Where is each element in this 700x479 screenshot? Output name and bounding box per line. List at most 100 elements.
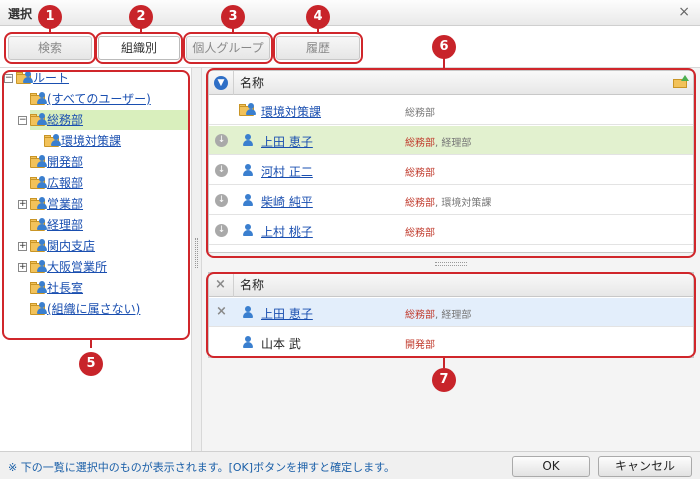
add-all-icon[interactable]: ▼ <box>214 76 228 90</box>
candidate-dept: 総務部 <box>405 164 435 179</box>
expand-toggle-icon[interactable]: + <box>18 263 27 272</box>
tree-item-label[interactable]: 開発部 <box>47 152 83 172</box>
callout-badge: 3 <box>221 5 245 29</box>
tree-item-label[interactable]: 大阪営業所 <box>47 257 107 277</box>
tree-item-sales[interactable]: + 営業部 <box>0 194 190 214</box>
tree-item-label[interactable]: 関内支店 <box>47 236 95 256</box>
tree-item-label[interactable]: 営業部 <box>47 194 83 214</box>
org-folder-icon <box>30 113 47 126</box>
tab-organization[interactable]: 組織別 <box>98 36 180 60</box>
dept-primary: 総務部 <box>405 108 435 119</box>
candidate-name[interactable]: 河村 正二 <box>261 163 313 180</box>
organization-tree-pane: − ルート (すべてのユーザー) − 総務部 環境対策課 開発部 広報部 + 営… <box>0 68 192 451</box>
candidate-name[interactable]: 上村 桃子 <box>261 223 313 240</box>
tree-item-president-office[interactable]: 社長室 <box>0 278 190 298</box>
user-icon <box>243 194 253 206</box>
folder-up-icon[interactable] <box>673 75 689 89</box>
org-folder-icon <box>30 197 47 210</box>
add-arrow-icon[interactable]: ↓ <box>215 224 228 237</box>
candidate-list-header: ▼ 名称 <box>209 71 693 95</box>
dept-primary: 総務部 <box>405 228 435 239</box>
expand-toggle-icon[interactable]: + <box>18 242 27 251</box>
collapse-toggle-icon[interactable]: − <box>18 116 27 125</box>
tree-item-label[interactable]: 社長室 <box>47 278 83 298</box>
dept-primary: 総務部 <box>405 168 435 179</box>
selected-name[interactable]: 山本 武 <box>261 335 301 352</box>
dialog-footer: ※ 下の一覧に選択中のものが表示されます。[OK]ボタンを押すと確定します。 O… <box>0 451 700 479</box>
user-icon <box>243 164 253 176</box>
tree-item-environment[interactable]: 環境対策課 <box>0 131 190 151</box>
pane-splitter[interactable] <box>192 68 202 451</box>
org-folder-icon <box>30 218 47 231</box>
dept-primary: 総務部 <box>405 138 435 149</box>
dept-primary: 開発部 <box>405 340 435 351</box>
org-folder-icon <box>239 103 256 116</box>
add-arrow-icon[interactable]: ↓ <box>215 134 228 147</box>
add-arrow-icon[interactable]: ↓ <box>215 194 228 207</box>
splitter-grip-icon[interactable] <box>195 238 198 268</box>
candidate-name[interactable]: 上田 恵子 <box>261 133 313 150</box>
org-folder-icon <box>44 134 61 147</box>
candidate-dept: 総務部, 環境対策課 <box>405 198 492 209</box>
tab-search[interactable]: 検索 <box>8 36 92 60</box>
candidate-row[interactable]: ↓ 上田 恵子 総務部, 経理部 <box>209 126 693 155</box>
candidate-dept: 総務部 <box>405 224 435 239</box>
callout-stem <box>90 340 92 348</box>
tree-item-label[interactable]: (すべてのユーザー) <box>47 89 151 109</box>
callout-badge: 4 <box>306 5 330 29</box>
tree-item-development[interactable]: 開発部 <box>0 152 190 172</box>
dialog-title: 選択 <box>8 7 33 21</box>
column-header-name: 名称 <box>233 71 673 95</box>
selected-name[interactable]: 上田 恵子 <box>261 305 313 322</box>
candidate-name[interactable]: 環境対策課 <box>261 103 321 120</box>
tree-item-osaka-office[interactable]: + 大阪営業所 <box>0 257 190 277</box>
org-folder-icon <box>30 176 47 189</box>
candidate-row[interactable]: ↓ 上村 桃子 総務部 <box>209 216 693 245</box>
tree-item-label[interactable]: 環境対策課 <box>61 131 121 151</box>
tree-item-label[interactable]: ルート <box>33 68 69 88</box>
dept-secondary: 経理部 <box>441 138 472 149</box>
org-folder-icon <box>30 281 47 294</box>
remove-all-icon[interactable]: × <box>215 277 226 292</box>
org-folder-icon <box>30 92 47 105</box>
selected-dept: 総務部, 経理部 <box>405 310 472 321</box>
candidate-dept: 総務部 <box>405 104 435 119</box>
expand-toggle-icon[interactable]: + <box>18 200 27 209</box>
tab-bar: 検索 組織別 個人グループ 履歴 <box>0 26 700 68</box>
close-icon[interactable]: × <box>678 4 690 20</box>
tree-item-label[interactable]: 広報部 <box>47 173 83 193</box>
tree-item-general-affairs-content[interactable]: − 総務部 <box>0 110 190 130</box>
user-icon <box>243 336 253 348</box>
tree-item-pr[interactable]: 広報部 <box>0 173 190 193</box>
tree-item-root[interactable]: − ルート <box>0 68 190 88</box>
dept-primary: 総務部 <box>405 198 435 209</box>
tree-item-accounting[interactable]: 経理部 <box>0 215 190 235</box>
tree-item-no-org[interactable]: (組織に属さない) <box>0 299 190 319</box>
candidate-row[interactable]: 環境対策課 総務部 <box>209 96 693 125</box>
tree-item-all-users[interactable]: (すべてのユーザー) <box>0 89 190 109</box>
candidate-name[interactable]: 柴崎 純平 <box>261 193 313 210</box>
add-arrow-icon[interactable]: ↓ <box>215 164 228 177</box>
ok-button[interactable]: OK <box>512 456 590 477</box>
tree-item-label[interactable]: (組織に属さない) <box>47 299 140 319</box>
org-folder-icon <box>30 239 47 252</box>
tab-history[interactable]: 履歴 <box>276 36 360 60</box>
selection-pane: ▼ 名称 環境対策課 総務部 ↓ 上田 恵子 総務部, 経理部 ↓ 河村 正二 … <box>203 68 700 451</box>
selected-row[interactable]: × 上田 恵子 総務部, 経理部 <box>209 298 693 327</box>
horizontal-splitter-grip-icon[interactable] <box>435 262 467 266</box>
cancel-button[interactable]: キャンセル <box>598 456 692 477</box>
tab-personal-group[interactable]: 個人グループ <box>186 36 270 60</box>
tree-item-label[interactable]: 経理部 <box>47 215 83 235</box>
candidate-row[interactable]: ↓ 河村 正二 総務部 <box>209 156 693 185</box>
remove-icon[interactable]: × <box>215 305 228 318</box>
callout-badge: 6 <box>432 35 456 59</box>
collapse-toggle-icon[interactable]: − <box>4 74 13 83</box>
candidate-row[interactable]: ↓ 柴崎 純平 総務部, 環境対策課 <box>209 186 693 215</box>
org-folder-icon <box>16 71 33 84</box>
tree-item-label[interactable]: 総務部 <box>47 110 83 130</box>
tree-item-kannai-branch[interactable]: + 関内支店 <box>0 236 190 256</box>
selected-row[interactable]: 山本 武 開発部 <box>209 328 693 357</box>
selected-dept: 開発部 <box>405 336 435 351</box>
org-folder-icon <box>30 155 47 168</box>
selected-list-header: × 名称 <box>209 273 693 297</box>
